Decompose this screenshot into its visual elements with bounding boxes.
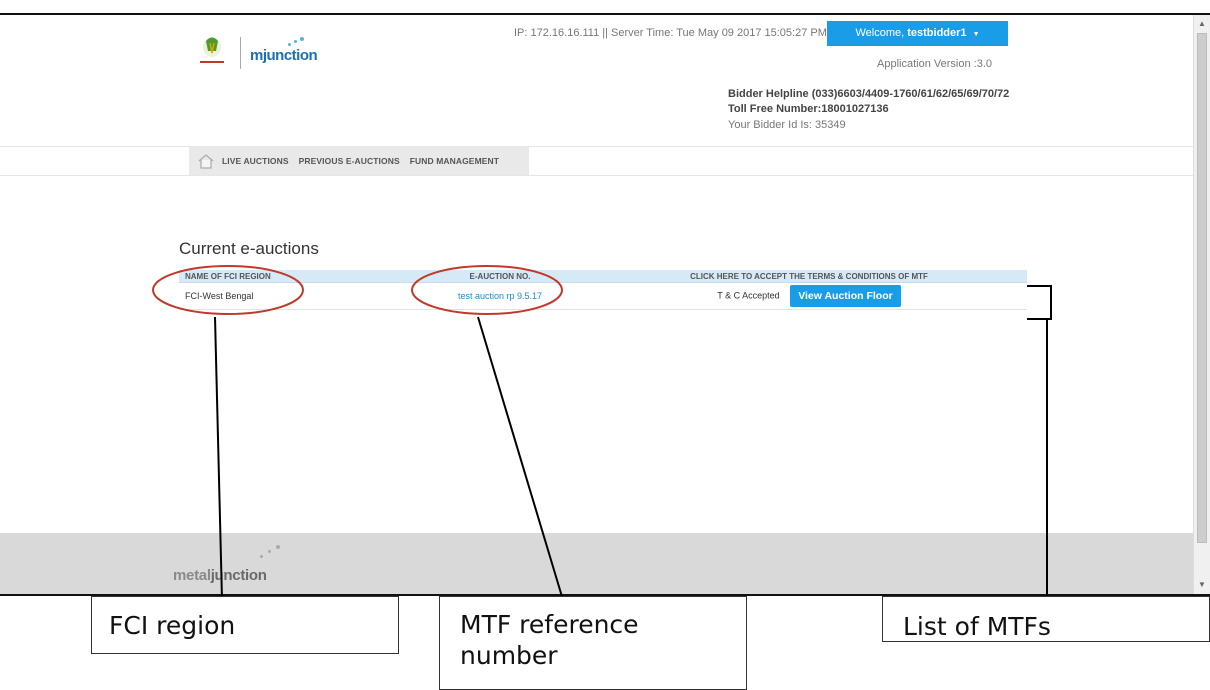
nav-band bbox=[0, 146, 1194, 176]
bidder-helpline: Bidder Helpline (033)6603/4409-1760/61/6… bbox=[728, 88, 1010, 100]
view-auction-floor-button[interactable]: View Auction Floor bbox=[790, 285, 901, 307]
callout-list-of-mtfs: List of MTFs bbox=[882, 596, 1210, 642]
username: testbidder1 bbox=[907, 27, 967, 39]
col-header-auction-no: E-AUCTION NO. bbox=[409, 270, 591, 283]
chevron-down-icon: ▼ bbox=[972, 31, 980, 38]
col-header-terms: CLICK HERE TO ACCEPT THE TERMS & CONDITI… bbox=[591, 270, 1027, 283]
nav-fund-management[interactable]: FUND MANAGEMENT bbox=[405, 156, 504, 166]
metaljunction-logo: metaljunction bbox=[173, 567, 267, 584]
scroll-down-icon[interactable]: ▼ bbox=[1194, 578, 1210, 592]
tc-status: T & C Accepted bbox=[717, 290, 780, 301]
auctions-table: NAME OF FCI REGION E-AUCTION NO. CLICK H… bbox=[179, 270, 1027, 310]
footer: metaljunction bbox=[0, 533, 1194, 594]
home-icon[interactable] bbox=[197, 152, 215, 170]
cell-region: FCI-West Bengal bbox=[179, 282, 409, 310]
nav-previous-e-auctions[interactable]: PREVIOUS E-AUCTIONS bbox=[294, 156, 405, 166]
server-info: IP: 172.16.16.111 || Server Time: Tue Ma… bbox=[514, 27, 827, 39]
fci-logo bbox=[192, 35, 232, 69]
auction-no-link[interactable]: test auction rp 9.5.17 bbox=[458, 291, 542, 301]
bidder-id: Your Bidder Id Is: 35349 bbox=[728, 119, 846, 131]
page-title: Current e-auctions bbox=[179, 239, 319, 258]
scroll-up-icon[interactable]: ▲ bbox=[1194, 17, 1210, 31]
cell-terms: T & C Accepted View Auction Floor bbox=[591, 282, 1027, 310]
table-header-row: NAME OF FCI REGION E-AUCTION NO. CLICK H… bbox=[179, 270, 1027, 283]
scrollbar-thumb[interactable] bbox=[1197, 33, 1207, 543]
callout-mtf-reference: MTF reference number bbox=[439, 596, 747, 690]
logo-divider bbox=[240, 37, 241, 69]
user-menu-button[interactable]: Welcome, testbidder1 ▼ bbox=[827, 21, 1008, 46]
table-row: FCI-West Bengal test auction rp 9.5.17 T… bbox=[179, 282, 1027, 310]
main-nav: LIVE AUCTIONS PREVIOUS E-AUCTIONS FUND M… bbox=[189, 147, 529, 175]
col-header-region: NAME OF FCI REGION bbox=[179, 270, 409, 283]
nav-live-auctions[interactable]: LIVE AUCTIONS bbox=[217, 156, 294, 166]
footer-logo-metal: metal bbox=[173, 567, 211, 584]
cell-auction-no: test auction rp 9.5.17 bbox=[409, 282, 591, 310]
callout-fci-region: FCI region bbox=[91, 596, 399, 654]
mjunction-logo-text: mjunction bbox=[250, 47, 318, 64]
browser-viewport: mjunction IP: 172.16.16.111 || Server Ti… bbox=[0, 13, 1210, 596]
app-version: Application Version :3.0 bbox=[877, 58, 992, 70]
welcome-prefix: Welcome, bbox=[855, 27, 908, 39]
vertical-scrollbar[interactable]: ▲ ▼ bbox=[1193, 15, 1210, 594]
mjunction-logo: mjunction bbox=[250, 37, 330, 67]
footer-logo-junction: junction bbox=[210, 567, 267, 584]
toll-free-number: Toll Free Number:18001027136 bbox=[728, 103, 889, 115]
